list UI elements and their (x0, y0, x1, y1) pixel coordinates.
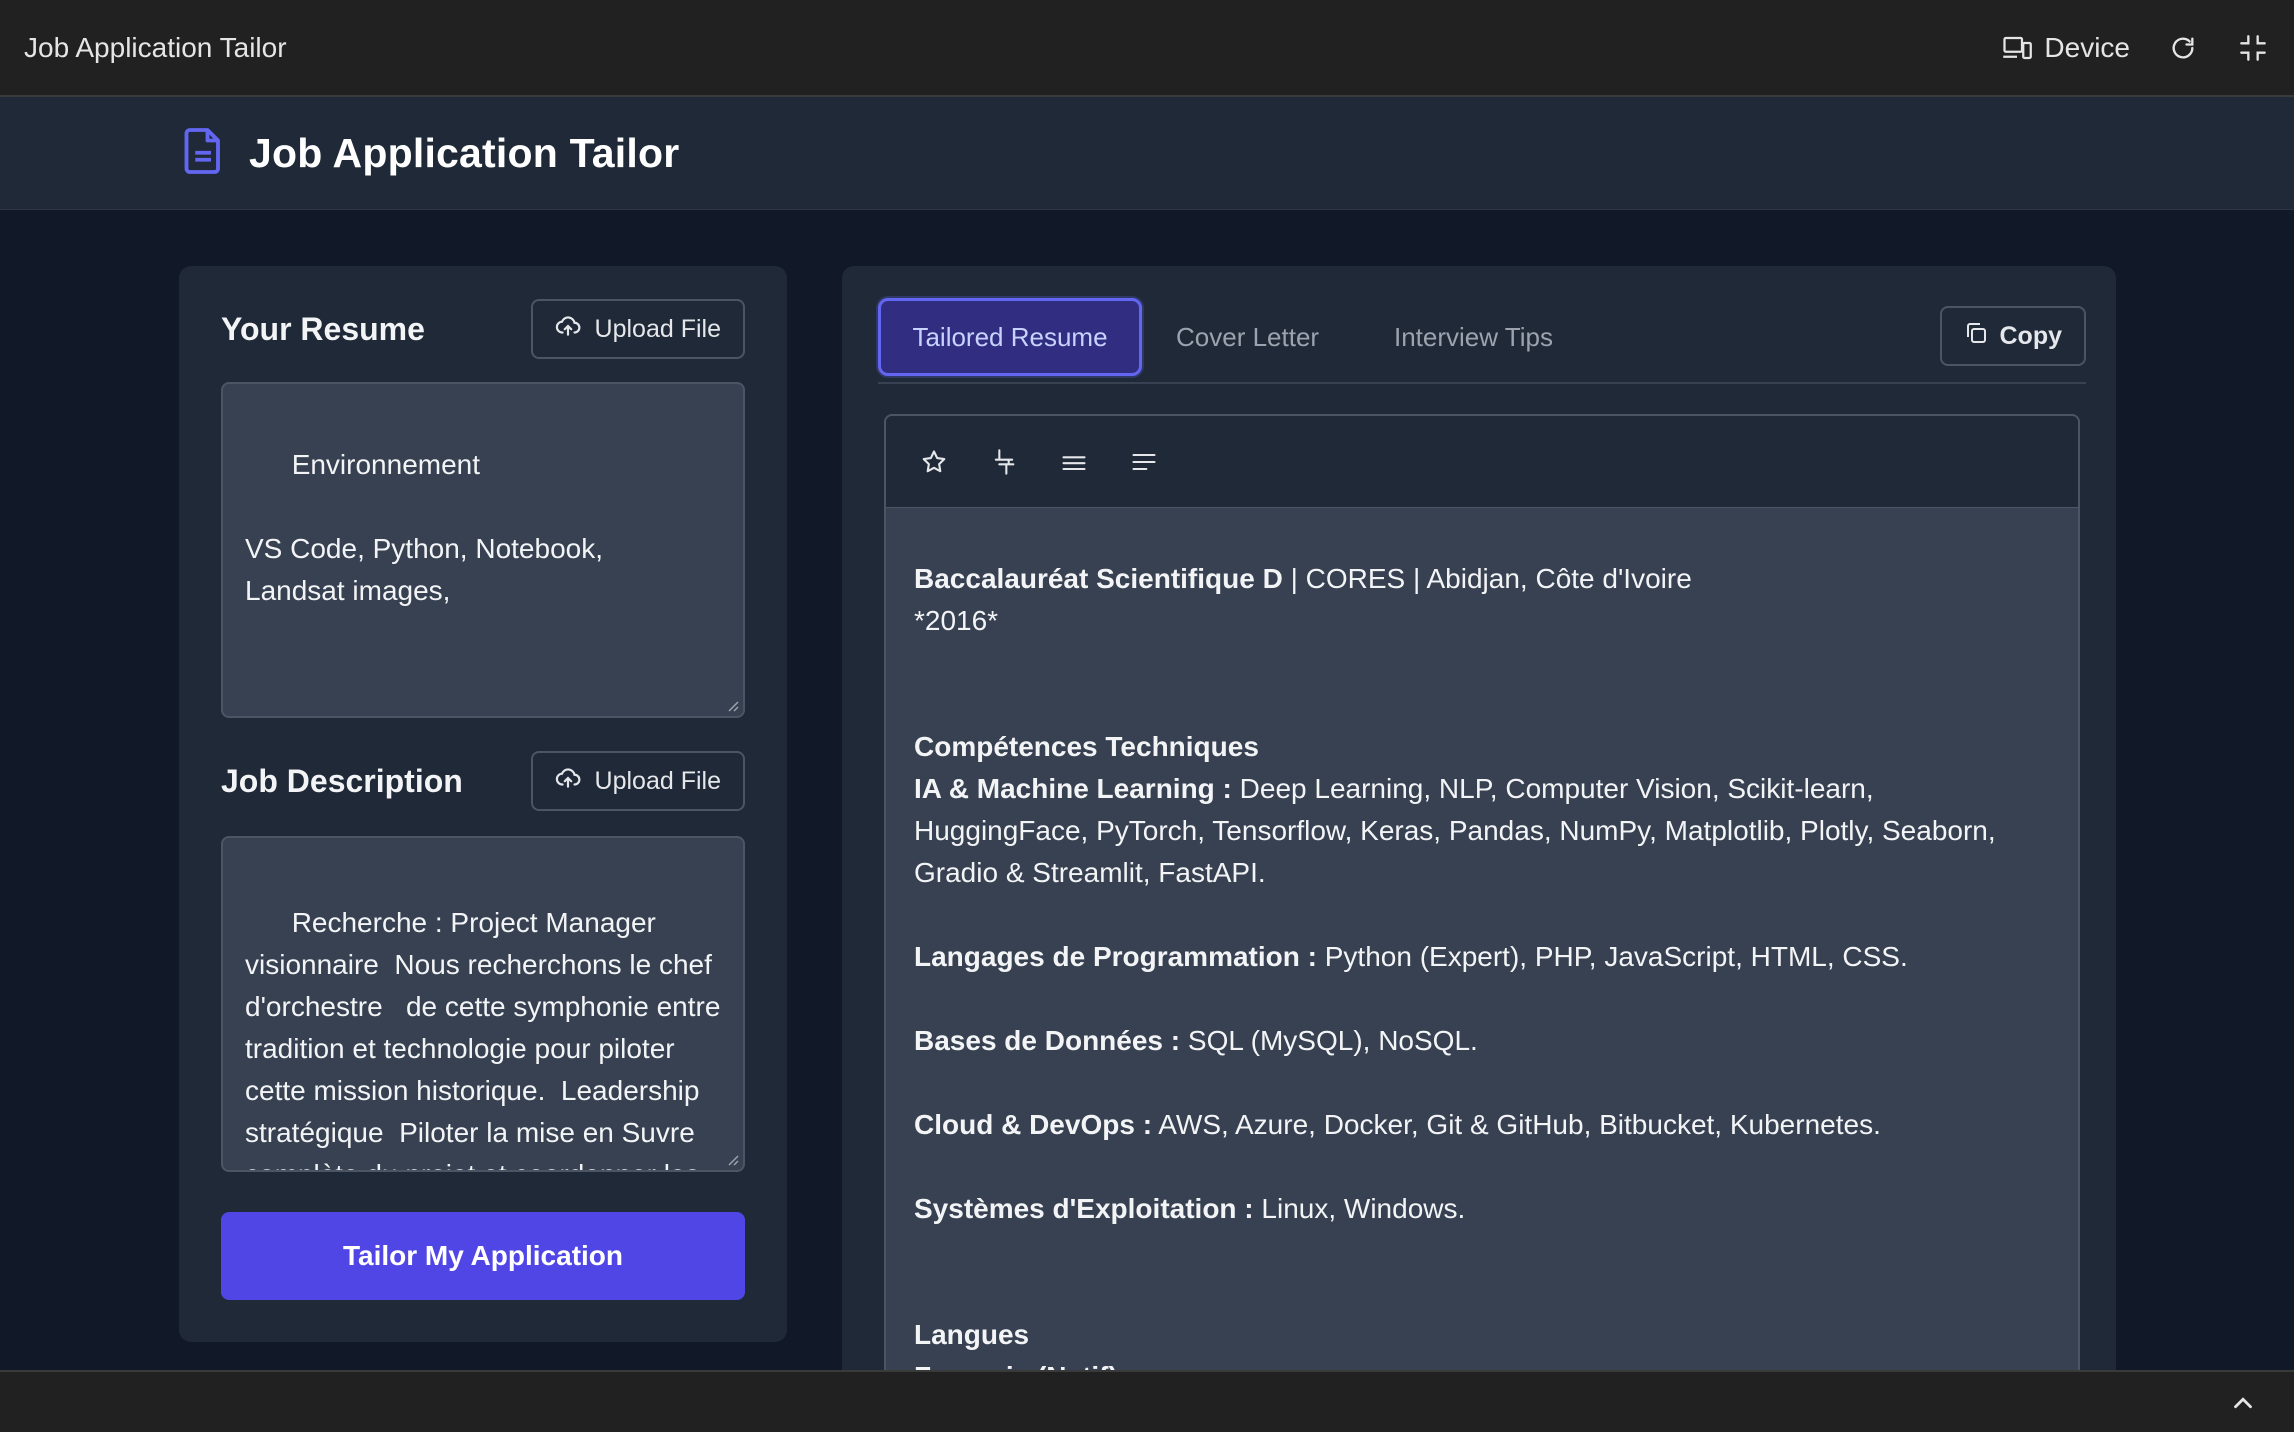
skill-ai: IA & Machine Learning : Deep Learning, N… (914, 773, 1996, 888)
document-icon (183, 126, 225, 181)
resume-editor: Baccalauréat Scientifique D | CORES | Ab… (884, 414, 2080, 1370)
resume-textarea[interactable]: Environnement VS Code, Python, Notebook,… (221, 382, 745, 718)
degree-title: Baccalauréat Scientifique D (914, 563, 1283, 594)
input-panel: Your Resume Upload File Environnement VS… (179, 266, 787, 1342)
job-text: Recherche : Project Manager visionnaire … (245, 907, 721, 1170)
upload-label: Upload File (594, 766, 721, 795)
upload-label: Upload File (594, 314, 721, 343)
tailor-application-button[interactable]: Tailor My Application (221, 1212, 745, 1300)
languages-partial: Français (Natif) (914, 1361, 1118, 1370)
align-left-icon[interactable] (1126, 444, 1162, 480)
degree-details: | CORES | Abidjan, Côte d'Ivoire (1282, 563, 1692, 594)
page-title: Job Application Tailor (249, 129, 680, 176)
job-header: Job Description Upload File (221, 750, 745, 812)
skill-languages: Langages de Programmation : Python (Expe… (914, 941, 1908, 972)
job-upload-button[interactable]: Upload File (530, 751, 745, 811)
resume-upload-button[interactable]: Upload File (530, 299, 745, 359)
languages-heading: Langues (914, 1319, 1030, 1350)
chevron-up-icon[interactable] (2228, 1388, 2258, 1418)
cloud-upload-icon (555, 313, 581, 346)
tab-interview-tips[interactable]: Interview Tips (1394, 298, 1553, 376)
tab-tailored-resume[interactable]: Tailored Resume (878, 298, 1142, 376)
device-label: Device (2044, 31, 2130, 63)
degree-year: *2016* (914, 605, 999, 636)
skill-databases: Bases de Données : SQL (MySQL), NoSQL. (914, 1025, 1478, 1056)
copy-label: Copy (1999, 321, 2063, 350)
output-panel: Tailored Resume Cover Letter Interview T… (842, 266, 2116, 1370)
copy-icon (1964, 321, 1988, 352)
skills-heading: Compétences Techniques (914, 731, 1259, 762)
tab-cover-letter[interactable]: Cover Letter (1176, 298, 1319, 376)
window-titlebar: Job Application Tailor Device (0, 0, 2294, 97)
copy-button[interactable]: Copy (1939, 306, 2086, 366)
split-icon[interactable] (986, 444, 1022, 480)
skill-os: Systèmes d'Exploitation : Linux, Windows… (914, 1193, 1466, 1224)
resume-header: Your Resume Upload File (221, 298, 745, 360)
job-title: Job Description (221, 762, 463, 799)
job-textarea[interactable]: Recherche : Project Manager visionnaire … (221, 836, 745, 1172)
window-title: Job Application Tailor (24, 31, 287, 63)
resume-title: Your Resume (221, 310, 425, 347)
device-button[interactable]: Device (2000, 31, 2130, 65)
main-content: Your Resume Upload File Environnement VS… (0, 210, 2294, 1370)
editor-toolbar (886, 416, 2078, 508)
app-header: Job Application Tailor (0, 97, 2294, 210)
star-icon[interactable] (916, 444, 952, 480)
education-line: Baccalauréat Scientifique D | CORES | Ab… (914, 558, 2050, 600)
resume-text: Environnement VS Code, Python, Notebook,… (245, 449, 603, 606)
fullscreen-exit-icon[interactable] (2236, 31, 2270, 65)
device-icon (2000, 31, 2034, 65)
cloud-upload-icon (555, 765, 581, 798)
align-justify-icon[interactable] (1056, 444, 1092, 480)
editor-content[interactable]: Baccalauréat Scientifique D | CORES | Ab… (886, 508, 2078, 1370)
resize-grip-icon[interactable] (725, 1152, 739, 1166)
skill-cloud: Cloud & DevOps : AWS, Azure, Docker, Git… (914, 1109, 1881, 1140)
tabs: Tailored Resume Cover Letter Interview T… (878, 298, 2086, 384)
resize-grip-icon[interactable] (725, 698, 739, 712)
window-controls: Device (2000, 31, 2270, 65)
bottom-bar (0, 1370, 2294, 1432)
refresh-icon[interactable] (2166, 31, 2200, 65)
